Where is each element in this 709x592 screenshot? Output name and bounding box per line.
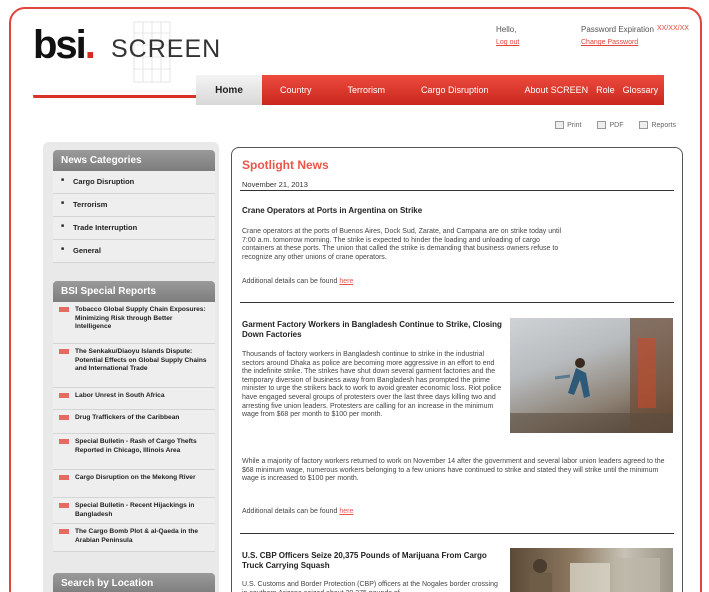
article-body: U.S. Customs and Border Protection (CBP)…: [242, 581, 498, 592]
password-expiration-label: Password Expiration: [581, 25, 654, 34]
news-categories-panel: News Categories Cargo Disruption Terrori…: [53, 150, 215, 263]
report-flag-icon: [59, 415, 69, 420]
reports-icon: [639, 121, 649, 129]
category-cargo-disruption[interactable]: Cargo Disruption: [53, 171, 215, 194]
nav-red-bar: Country Terrorism Cargo Disruption About…: [262, 75, 665, 105]
report-flag-icon: [59, 475, 69, 480]
news-categories-title: News Categories: [53, 150, 215, 171]
nav-home-tab[interactable]: Home: [196, 75, 262, 105]
category-general[interactable]: General: [53, 240, 215, 263]
article-title[interactable]: Garment Factory Workers in Bangladesh Co…: [242, 320, 504, 340]
article-body: Crane operators at the ports of Buenos A…: [242, 228, 562, 261]
nav-cargo-disruption[interactable]: Cargo Disruption: [403, 85, 507, 95]
report-item[interactable]: The Cargo Bomb Plot & al-Qaeda in the Ar…: [53, 524, 215, 552]
category-trade-interruption[interactable]: Trade Interruption: [53, 217, 215, 240]
page-frame: bsi. SCREEN Hello, Log out Password Expi…: [9, 7, 702, 592]
report-flag-icon: [59, 349, 69, 354]
change-password-link[interactable]: Change Password: [581, 39, 638, 46]
photo-illustration: [530, 558, 660, 592]
spotlight-news-panel: Spotlight News November 21, 2013 Crane O…: [231, 147, 683, 592]
bangladesh-strike-photo: [510, 318, 673, 433]
print-button[interactable]: Print: [555, 121, 581, 129]
report-flag-icon: [59, 503, 69, 508]
details-here-link[interactable]: here: [339, 508, 353, 515]
nav-swoosh-decoration: [33, 95, 203, 103]
report-item[interactable]: Labor Unrest in South Africa: [53, 388, 215, 410]
spotlight-title: Spotlight News: [242, 158, 329, 172]
hello-label: Hello,: [496, 25, 517, 34]
nav-about[interactable]: About SCREEN: [507, 85, 593, 95]
details-here-link[interactable]: here: [339, 278, 353, 285]
nav-role[interactable]: Role: [592, 85, 619, 95]
pdf-button[interactable]: PDF: [597, 121, 623, 129]
article-title[interactable]: U.S. CBP Officers Seize 20,375 Pounds of…: [242, 551, 504, 571]
article-more: Additional details can be found here: [242, 508, 354, 515]
divider: [240, 190, 674, 191]
article-body-continued: While a majority of factory workers retu…: [242, 458, 665, 483]
main-nav: Home Country Terrorism Cargo Disruption …: [196, 75, 665, 105]
report-item[interactable]: Cargo Disruption on the Mekong River: [53, 470, 215, 498]
utility-links: Print PDF Reports: [555, 121, 676, 129]
reports-button[interactable]: Reports: [639, 121, 676, 129]
search-location-title[interactable]: Search by Location: [53, 573, 215, 592]
photo-illustration: [510, 318, 673, 433]
article-body: Thousands of factory workers in Banglade…: [242, 351, 502, 419]
report-item[interactable]: Tobacco Global Supply Chain Exposures: M…: [53, 302, 215, 344]
print-icon: [555, 121, 565, 129]
report-item[interactable]: Special Bulletin - Rash of Cargo Thefts …: [53, 434, 215, 470]
report-flag-icon: [59, 393, 69, 398]
divider: [240, 302, 674, 303]
special-reports-title: BSI Special Reports: [53, 281, 215, 302]
search-location-panel: Search by Location: [53, 573, 215, 592]
report-flag-icon: [59, 307, 69, 312]
divider: [240, 533, 674, 534]
news-date: November 21, 2013: [242, 180, 308, 189]
bsi-logo[interactable]: bsi.: [33, 25, 96, 65]
report-flag-icon: [59, 439, 69, 444]
report-item[interactable]: The Senkaku/Diaoyu Islands Dispute: Pote…: [53, 344, 215, 388]
nav-terrorism[interactable]: Terrorism: [330, 85, 404, 95]
logout-link[interactable]: Log out: [496, 39, 519, 46]
cbp-seizure-photo: [510, 548, 673, 592]
password-expiration-value: XX/XX/XX: [657, 25, 689, 32]
screen-logo-text: SCREEN: [111, 35, 222, 63]
nav-country[interactable]: Country: [262, 85, 330, 95]
nav-glossary[interactable]: Glossary: [619, 85, 665, 95]
report-item[interactable]: Special Bulletin - Recent Hijackings in …: [53, 498, 215, 524]
report-item[interactable]: Drug Traffickers of the Caribbean: [53, 410, 215, 434]
category-terrorism[interactable]: Terrorism: [53, 194, 215, 217]
report-flag-icon: [59, 529, 69, 534]
article-title[interactable]: Crane Operators at Ports in Argentina on…: [242, 206, 672, 216]
pdf-icon: [597, 121, 607, 129]
special-reports-panel: BSI Special Reports Tobacco Global Suppl…: [53, 281, 215, 552]
article-more: Additional details can be found here: [242, 278, 354, 285]
